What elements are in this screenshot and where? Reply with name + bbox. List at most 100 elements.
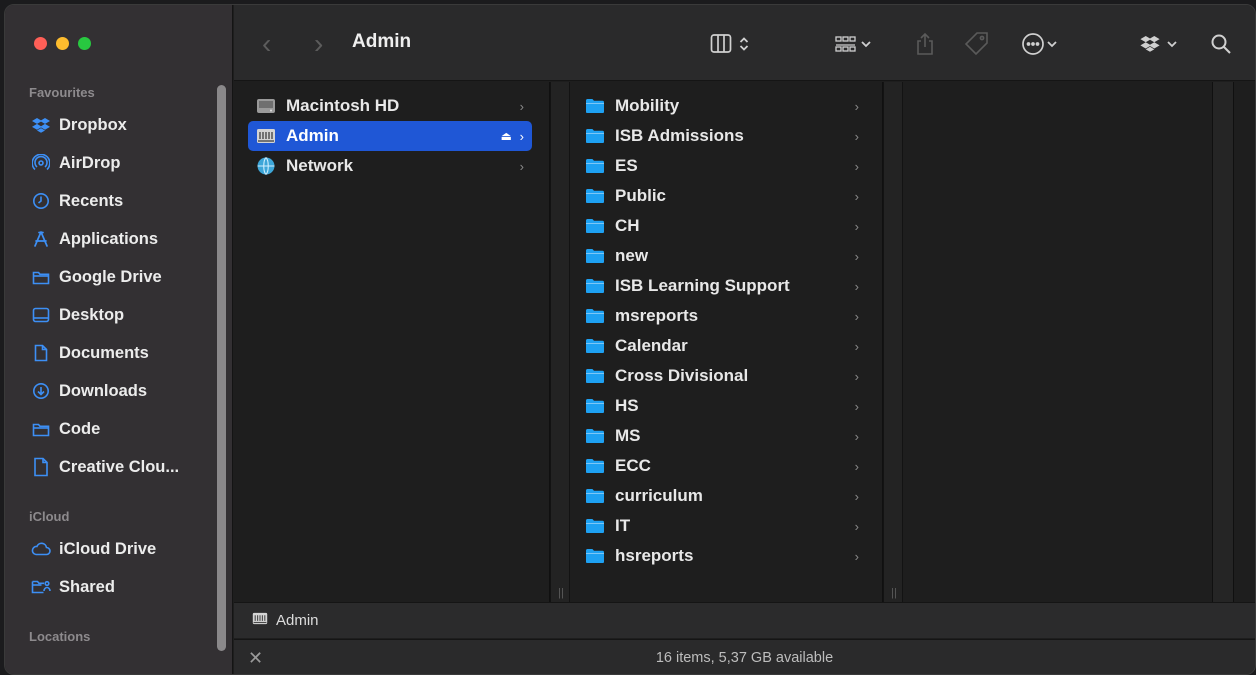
folder-row[interactable]: IT › — [571, 511, 867, 541]
column-item-admin[interactable]: Admin ⏏ › — [248, 121, 532, 151]
column-item-macintosh-hd[interactable]: Macintosh HD › — [248, 91, 532, 121]
folder-icon — [585, 128, 607, 144]
chevron-right-icon: › — [854, 458, 859, 474]
folder-icon — [585, 518, 607, 534]
column-item-label: Network — [286, 156, 354, 175]
tag-icon — [964, 31, 990, 57]
sidebar-section-locations: Locations — [29, 629, 91, 644]
close-icon[interactable]: ✕ — [248, 648, 263, 669]
share-button[interactable] — [914, 29, 936, 59]
folder-icon — [31, 270, 51, 285]
chevron-right-icon: › — [519, 128, 524, 144]
folder-row[interactable]: ISB Learning Support › — [571, 271, 867, 301]
folder-row[interactable]: ES › — [571, 151, 867, 181]
dropbox-menu-button[interactable] — [1140, 29, 1178, 59]
sidebar-item-downloads[interactable]: Downloads — [21, 375, 221, 407]
sidebar-item-airdrop[interactable]: AirDrop — [21, 147, 221, 179]
column-item-label: Admin — [286, 126, 339, 145]
column-divider[interactable]: || — [550, 82, 570, 602]
column-item-network[interactable]: Network › — [248, 151, 532, 181]
close-window-button[interactable] — [34, 37, 47, 50]
sidebar-item-label: Shared — [59, 577, 115, 596]
sidebar-item-creative-cloud[interactable]: Creative Clou... — [21, 451, 221, 483]
sidebar-item-dropbox[interactable]: Dropbox — [21, 109, 221, 141]
chevron-right-icon: › — [854, 338, 859, 354]
sidebar-item-icloud-drive[interactable]: iCloud Drive — [21, 533, 221, 565]
minimize-window-button[interactable] — [56, 37, 69, 50]
folder-label: Calendar — [615, 336, 688, 355]
server-icon — [252, 611, 268, 630]
back-button[interactable]: ‹ — [262, 28, 271, 59]
folder-row[interactable]: HS › — [571, 391, 867, 421]
sidebar-item-shared[interactable]: Shared — [21, 571, 221, 603]
folder-row[interactable]: hsreports › — [571, 541, 867, 571]
sidebar-item-desktop[interactable]: Desktop — [21, 299, 221, 331]
folder-row[interactable]: Cross Divisional › — [571, 361, 867, 391]
sidebar-item-code[interactable]: Code — [21, 413, 221, 445]
column-empty-trailing — [1233, 82, 1255, 602]
column-divider[interactable] — [1213, 82, 1233, 602]
dropbox-icon — [1140, 36, 1160, 52]
column-resize-handle[interactable]: || — [886, 584, 902, 602]
sidebar-item-google-drive[interactable]: Google Drive — [21, 261, 221, 293]
sidebar-item-label: Applications — [59, 229, 159, 248]
folder-icon — [585, 458, 607, 474]
column-browser: Macintosh HD › Admin ⏏ › Network › || Mo… — [234, 82, 1255, 602]
folder-row[interactable]: new › — [571, 241, 867, 271]
folder-row[interactable]: ISB Admissions › — [571, 121, 867, 151]
chevron-right-icon: › — [854, 308, 859, 324]
more-actions-button[interactable] — [1020, 29, 1058, 59]
folder-icon — [585, 368, 607, 384]
folder-icon — [585, 488, 607, 504]
chevron-right-icon: › — [854, 518, 859, 534]
column-item-label: Macintosh HD — [286, 96, 400, 115]
column-divider[interactable]: || — [883, 82, 903, 602]
folder-icon — [585, 218, 607, 234]
folder-icon — [585, 158, 607, 174]
folder-row[interactable]: Calendar › — [571, 331, 867, 361]
folder-label: HS — [615, 396, 639, 415]
sidebar: Favourites Dropbox AirDrop Recents Appli… — [5, 5, 233, 674]
view-mode-button[interactable] — [710, 29, 750, 59]
folder-label: ES — [615, 156, 638, 175]
zoom-window-button[interactable] — [78, 37, 91, 50]
chevron-right-icon: › — [854, 428, 859, 444]
forward-button[interactable]: › — [314, 28, 323, 59]
folder-row[interactable]: msreports › — [571, 301, 867, 331]
folder-label: ECC — [615, 456, 651, 475]
folder-row[interactable]: MS › — [571, 421, 867, 451]
column-locations: Macintosh HD › Admin ⏏ › Network › — [234, 82, 550, 602]
tag-button[interactable] — [964, 29, 990, 59]
window-controls — [34, 37, 91, 50]
column-resize-handle[interactable]: || — [553, 584, 569, 602]
folder-row[interactable]: curriculum › — [571, 481, 867, 511]
sidebar-item-label: Desktop — [59, 305, 125, 324]
column-admin-contents: Mobility › ISB Admissions › ES › Public › CH › new… — [571, 82, 883, 602]
dropbox-icon — [31, 117, 51, 133]
sidebar-item-label: AirDrop — [59, 153, 121, 172]
folder-row[interactable]: ECC › — [571, 451, 867, 481]
search-button[interactable] — [1210, 29, 1232, 59]
sidebar-item-label: Documents — [59, 343, 149, 362]
eject-icon[interactable]: ⏏ — [501, 129, 512, 143]
folder-icon — [585, 248, 607, 264]
sidebar-scrollbar[interactable] — [217, 85, 226, 651]
folder-label: CH — [615, 216, 640, 235]
chevron-right-icon: › — [854, 218, 859, 234]
path-bar-item[interactable]: Admin — [276, 612, 319, 629]
sidebar-item-recents[interactable]: Recents — [21, 185, 221, 217]
document-icon — [31, 457, 51, 477]
sidebar-item-documents[interactable]: Documents — [21, 337, 221, 369]
group-button[interactable] — [834, 29, 872, 59]
folder-row[interactable]: CH › — [571, 211, 867, 241]
sidebar-item-applications[interactable]: Applications — [21, 223, 221, 255]
chevron-right-icon: › — [854, 98, 859, 114]
chevron-right-icon: › — [854, 368, 859, 384]
column-view-icon — [710, 33, 738, 55]
folder-row[interactable]: Mobility › — [571, 91, 867, 121]
hard-drive-icon — [256, 97, 278, 115]
status-text: 16 items, 5,37 GB available — [655, 650, 834, 666]
folder-row[interactable]: Public › — [571, 181, 867, 211]
status-bar: ✕ 16 items, 5,37 GB available — [234, 639, 1255, 674]
sidebar-item-label: Code — [59, 419, 101, 438]
